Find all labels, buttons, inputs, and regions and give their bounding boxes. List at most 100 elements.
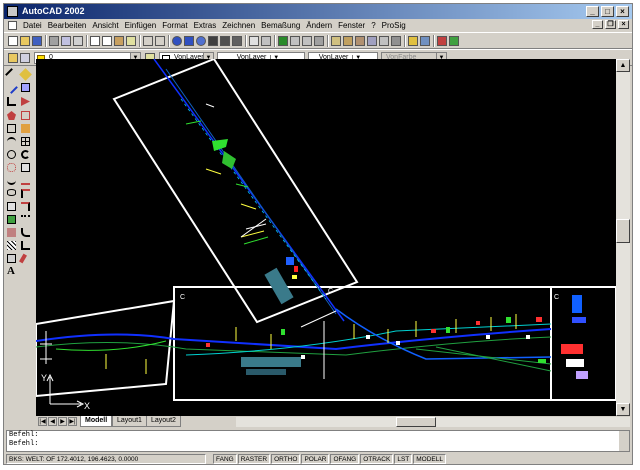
circle-icon[interactable]: [7, 150, 16, 159]
command-prompt[interactable]: Befehl:: [9, 440, 629, 449]
tool-palette-icon[interactable]: [355, 36, 365, 46]
menu-extras[interactable]: Extras: [191, 21, 220, 30]
horizontal-scrollbar[interactable]: [236, 417, 630, 427]
horizontal-scroll-thumb[interactable]: [396, 417, 436, 427]
toggle-osnap[interactable]: OFANG: [330, 454, 360, 464]
maximize-icon[interactable]: □: [601, 6, 614, 17]
command-line[interactable]: Befehl: Befehl:: [6, 430, 630, 452]
polyline-icon[interactable]: [7, 97, 16, 106]
menu-aendern[interactable]: Ändern: [303, 21, 335, 30]
layer-states-icon[interactable]: [20, 53, 30, 63]
fillet-icon[interactable]: [21, 228, 30, 237]
cut-icon[interactable]: [90, 36, 100, 46]
autocad-app-icon[interactable]: [7, 6, 18, 17]
toggle-ortho[interactable]: ORTHO: [271, 454, 301, 464]
insert-block-icon[interactable]: [7, 202, 16, 211]
pan-icon[interactable]: [261, 36, 271, 46]
first-tab-icon[interactable]: |◀: [38, 417, 47, 426]
minimize-icon[interactable]: _: [586, 6, 599, 17]
redo-icon[interactable]: [155, 36, 165, 46]
close-icon[interactable]: ×: [616, 6, 629, 17]
paste-icon[interactable]: [114, 36, 124, 46]
calculator-icon[interactable]: [391, 36, 401, 46]
toggle-lineweight[interactable]: LST: [394, 454, 413, 464]
save-icon[interactable]: [32, 36, 42, 46]
properties-icon[interactable]: [331, 36, 341, 46]
design-center-icon[interactable]: [343, 36, 353, 46]
doc-minimize-icon[interactable]: _: [592, 20, 603, 29]
trim-icon[interactable]: [21, 189, 30, 198]
copy-icon[interactable]: [102, 36, 112, 46]
command-scrollbar[interactable]: [619, 431, 629, 451]
publish-icon[interactable]: [73, 36, 83, 46]
toggle-snap[interactable]: FANG: [213, 454, 237, 464]
layer-manager-icon[interactable]: [8, 53, 18, 63]
rotate-icon[interactable]: [21, 150, 30, 159]
markup-icon[interactable]: [379, 36, 389, 46]
print-preview-icon[interactable]: [61, 36, 71, 46]
today-icon[interactable]: [184, 36, 194, 46]
zoom-realtime-icon[interactable]: [278, 36, 288, 46]
zoom-extents-icon[interactable]: [314, 36, 324, 46]
open-file-icon[interactable]: [20, 36, 30, 46]
drawing-area[interactable]: C C C Y X: [36, 59, 616, 416]
doc-close-icon[interactable]: ×: [618, 20, 629, 29]
explode-icon[interactable]: [19, 253, 27, 264]
offset-icon[interactable]: [21, 111, 30, 120]
copy-object-icon[interactable]: [21, 83, 30, 92]
menu-bemassung[interactable]: Bemaßung: [258, 21, 303, 30]
point-icon[interactable]: [7, 228, 16, 237]
print-icon[interactable]: [49, 36, 59, 46]
array-icon[interactable]: [21, 124, 30, 133]
help-icon[interactable]: [408, 36, 418, 46]
break-icon[interactable]: [21, 215, 30, 224]
spline-icon[interactable]: [7, 176, 16, 185]
undo-icon[interactable]: [143, 36, 153, 46]
menu-einfuegen[interactable]: Einfügen: [122, 21, 160, 30]
shade-icon[interactable]: [232, 36, 242, 46]
toggle-model[interactable]: MODELL: [413, 454, 446, 464]
stretch-icon[interactable]: [21, 176, 30, 185]
mirror-icon[interactable]: [21, 97, 30, 106]
scale-icon[interactable]: [21, 163, 30, 172]
menu-zeichnen[interactable]: Zeichnen: [219, 21, 258, 30]
next-tab-icon[interactable]: ▶: [58, 417, 67, 426]
document-icon[interactable]: [8, 21, 17, 30]
tab-layout1[interactable]: Layout1: [112, 416, 147, 427]
region-icon[interactable]: [7, 254, 16, 263]
tab-model[interactable]: Modell: [80, 416, 113, 427]
chamfer-icon[interactable]: [21, 241, 30, 250]
hatch-icon[interactable]: [7, 241, 16, 250]
toggle-otrack[interactable]: OTRACK: [360, 454, 394, 464]
menu-help[interactable]: ?: [368, 21, 378, 30]
rectangle-icon[interactable]: [7, 124, 16, 133]
toggle-polar[interactable]: POLAR: [301, 454, 330, 464]
coordinate-display[interactable]: BKS: WELT: OF 172.4012, 196.4623, 0.0000: [6, 454, 206, 464]
construction-line-icon[interactable]: [5, 81, 18, 94]
vertical-scroll-thumb[interactable]: [616, 219, 630, 243]
polygon-icon[interactable]: [7, 111, 16, 120]
arc-icon[interactable]: [7, 137, 16, 146]
sheet-set-icon[interactable]: [367, 36, 377, 46]
scroll-down-icon[interactable]: ▼: [616, 403, 630, 416]
erase-icon[interactable]: [19, 68, 32, 81]
last-tab-icon[interactable]: ▶|: [68, 417, 77, 426]
prev-tab-icon[interactable]: ◀: [48, 417, 57, 426]
prosig-tool-2-icon[interactable]: [449, 36, 459, 46]
hyperlink-icon[interactable]: [172, 36, 182, 46]
menu-format[interactable]: Format: [159, 21, 190, 30]
move-icon[interactable]: [21, 137, 30, 146]
extend-icon[interactable]: [21, 202, 30, 211]
measure-icon[interactable]: [249, 36, 259, 46]
line-icon[interactable]: [5, 68, 18, 81]
menu-bearbeiten[interactable]: Bearbeiten: [45, 21, 90, 30]
ellipse-icon[interactable]: [7, 189, 16, 196]
match-properties-icon[interactable]: [126, 36, 136, 46]
menu-datei[interactable]: Datei: [20, 21, 45, 30]
doc-restore-icon[interactable]: ❐: [605, 20, 616, 29]
zoom-window-icon[interactable]: [290, 36, 300, 46]
make-block-icon[interactable]: [7, 215, 16, 224]
named-views-icon[interactable]: [208, 36, 218, 46]
tab-layout2[interactable]: Layout2: [146, 416, 181, 427]
menu-fenster[interactable]: Fenster: [335, 21, 368, 30]
